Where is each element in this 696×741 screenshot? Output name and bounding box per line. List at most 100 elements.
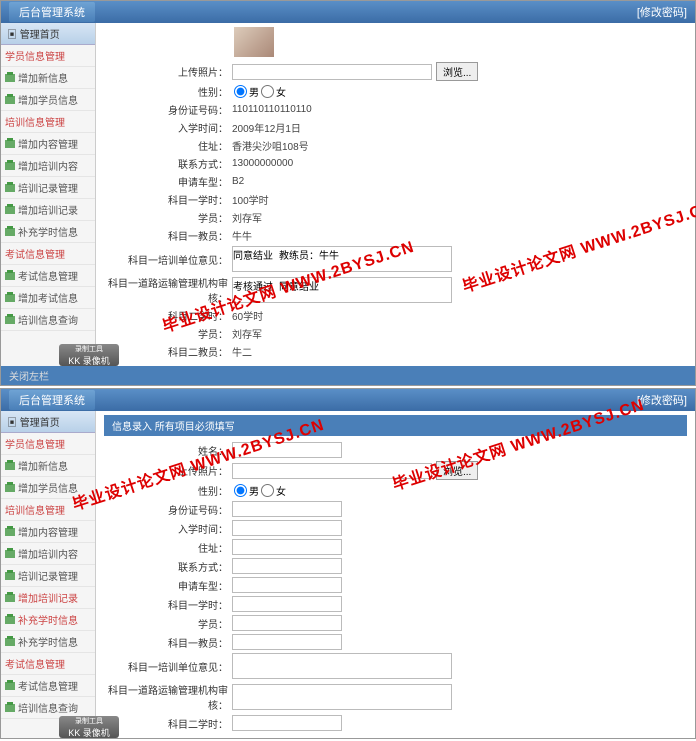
panel-bottom: 后台管理系统 [修改密码] ▣ 管理首页 学员信息管理 增加新信息 增加学员信息… [0,388,696,739]
s1t-label: 科目一教员： [104,635,232,650]
sidebar-item[interactable]: 考试信息管理 [1,675,95,697]
name-label: 姓名： [104,443,232,458]
contact-value: 13000000000 [232,158,293,169]
folder-icon [5,206,15,214]
s2t-value: 牛二 [232,344,252,359]
s1t-value: 牛牛 [232,228,252,243]
s2t-label: 科目二教员： [104,344,232,359]
sidebar-item[interactable]: 补充学时信息 [1,609,95,631]
sidebar-item[interactable]: 增加培训记录 [1,587,95,609]
sidebar-item[interactable]: 增加培训内容 [1,543,95,565]
addr-input[interactable] [232,539,342,555]
folder-icon [5,594,15,602]
contact-label: 联系方式： [104,559,232,574]
folder-icon [5,550,15,558]
sidebar-item[interactable]: 补充学时信息 [1,631,95,653]
folder-icon [5,462,15,470]
sidebar-group-0[interactable]: 学员信息管理 [1,45,95,67]
folder-icon [5,228,15,236]
s1h-input[interactable] [232,596,342,612]
sidebar-group-2[interactable]: 考试信息管理 [1,653,95,675]
sidebar-item[interactable]: 培训记录管理 [1,177,95,199]
sidebar-header[interactable]: ▣ 管理首页 [1,411,95,433]
change-password-link[interactable]: [修改密码] [637,4,687,20]
s1au-textarea[interactable] [232,684,452,710]
gender-male-radio[interactable] [234,484,247,497]
sidebar-item[interactable]: 增加学员信息 [1,477,95,499]
sidebar: ▣ 管理首页 学员信息管理 增加新信息 增加学员信息 培训信息管理 增加内容管理… [1,23,96,366]
car-input[interactable] [232,577,342,593]
upload-label: 上传照片： [104,463,232,478]
addr-label: 住址： [104,138,232,153]
s1h-label: 科目一学时： [104,597,232,612]
header-bar: 后台管理系统 [修改密码] [1,1,695,23]
folder-icon [5,484,15,492]
enroll-input[interactable] [232,520,342,536]
s1au-textarea[interactable] [232,277,452,303]
s1t-input[interactable] [232,634,342,650]
sidebar-header[interactable]: ▣ 管理首页 [1,23,95,45]
app-title: 后台管理系统 [9,2,95,22]
addr-label: 住址： [104,540,232,555]
folder-icon [5,528,15,536]
id-input[interactable] [232,501,342,517]
sidebar-item[interactable]: 增加学员信息 [1,89,95,111]
stu-label: 学员： [104,616,232,631]
sidebar-group-1[interactable]: 培训信息管理 [1,111,95,133]
panel-top: 后台管理系统 [修改密码] ▣ 管理首页 学员信息管理 增加新信息 增加学员信息… [0,0,696,386]
sidebar-item[interactable]: 增加培训内容 [1,155,95,177]
sidebar-item[interactable]: 增加新信息 [1,455,95,477]
sidebar-item[interactable]: 补充学时信息 [1,221,95,243]
s1op-label: 科目一培训单位意见： [104,659,232,674]
name-input[interactable] [232,442,342,458]
s1h-value: 100学时 [232,192,269,207]
form-view: 上传照片：浏览... 性别：男女 身份证号码：110110110110110 入… [96,23,695,366]
sidebar-group-0[interactable]: 学员信息管理 [1,433,95,455]
gender-female-radio[interactable] [261,85,274,98]
contact-input[interactable] [232,558,342,574]
folder-icon [5,316,15,324]
student-photo [234,27,274,57]
sidebar-group-2[interactable]: 考试信息管理 [1,243,95,265]
stu2-label: 学员： [104,326,232,341]
folder-icon [5,184,15,192]
stu-input[interactable] [232,615,342,631]
gender-male-radio[interactable] [234,85,247,98]
stu2-value: 刘存军 [232,326,262,341]
sidebar-item[interactable]: 增加内容管理 [1,521,95,543]
s2h-value: 60学时 [232,308,263,323]
sidebar-item[interactable]: 增加内容管理 [1,133,95,155]
form-entry: 信息录入 所有项目必须填写 姓名： 上传照片：浏览... 性别：男女 身份证号码… [96,411,695,738]
sidebar-item[interactable]: 增加新信息 [1,67,95,89]
sidebar-item[interactable]: 培训信息查询 [1,309,95,331]
folder-icon [5,162,15,170]
folder-icon [5,638,15,646]
footer-bar[interactable]: 关闭左栏 [1,366,695,385]
sidebar-item[interactable]: 考试信息管理 [1,265,95,287]
s1op-textarea[interactable] [232,246,452,272]
change-password-link[interactable]: [修改密码] [637,392,687,408]
folder-icon [5,704,15,712]
sidebar-item[interactable]: 增加培训记录 [1,199,95,221]
gender-female-radio[interactable] [261,484,274,497]
enroll-label: 入学时间： [104,521,232,536]
folder-icon [5,74,15,82]
s2h-input[interactable] [232,715,342,731]
gender-label: 性别： [104,483,232,498]
s1op-label: 科目一培训单位意见： [104,252,232,267]
folder-icon [5,682,15,690]
sidebar-item[interactable]: 培训记录管理 [1,565,95,587]
upload-input[interactable] [232,64,432,80]
s2h-label: 科目二学时： [104,308,232,323]
browse-button[interactable]: 浏览... [436,62,478,81]
browse-button[interactable]: 浏览... [436,461,478,480]
s1au-label: 科目一道路运输管理机构审核： [104,275,232,305]
sidebar-item[interactable]: 增加考试信息 [1,287,95,309]
id-label: 身份证号码： [104,502,232,517]
sidebar-group-1[interactable]: 培训信息管理 [1,499,95,521]
stu-value: 刘存军 [232,210,262,225]
s1op-textarea[interactable] [232,653,452,679]
folder-icon [5,96,15,104]
s1au-label: 科目一道路运输管理机构审核： [104,682,232,712]
upload-input[interactable] [232,463,432,479]
